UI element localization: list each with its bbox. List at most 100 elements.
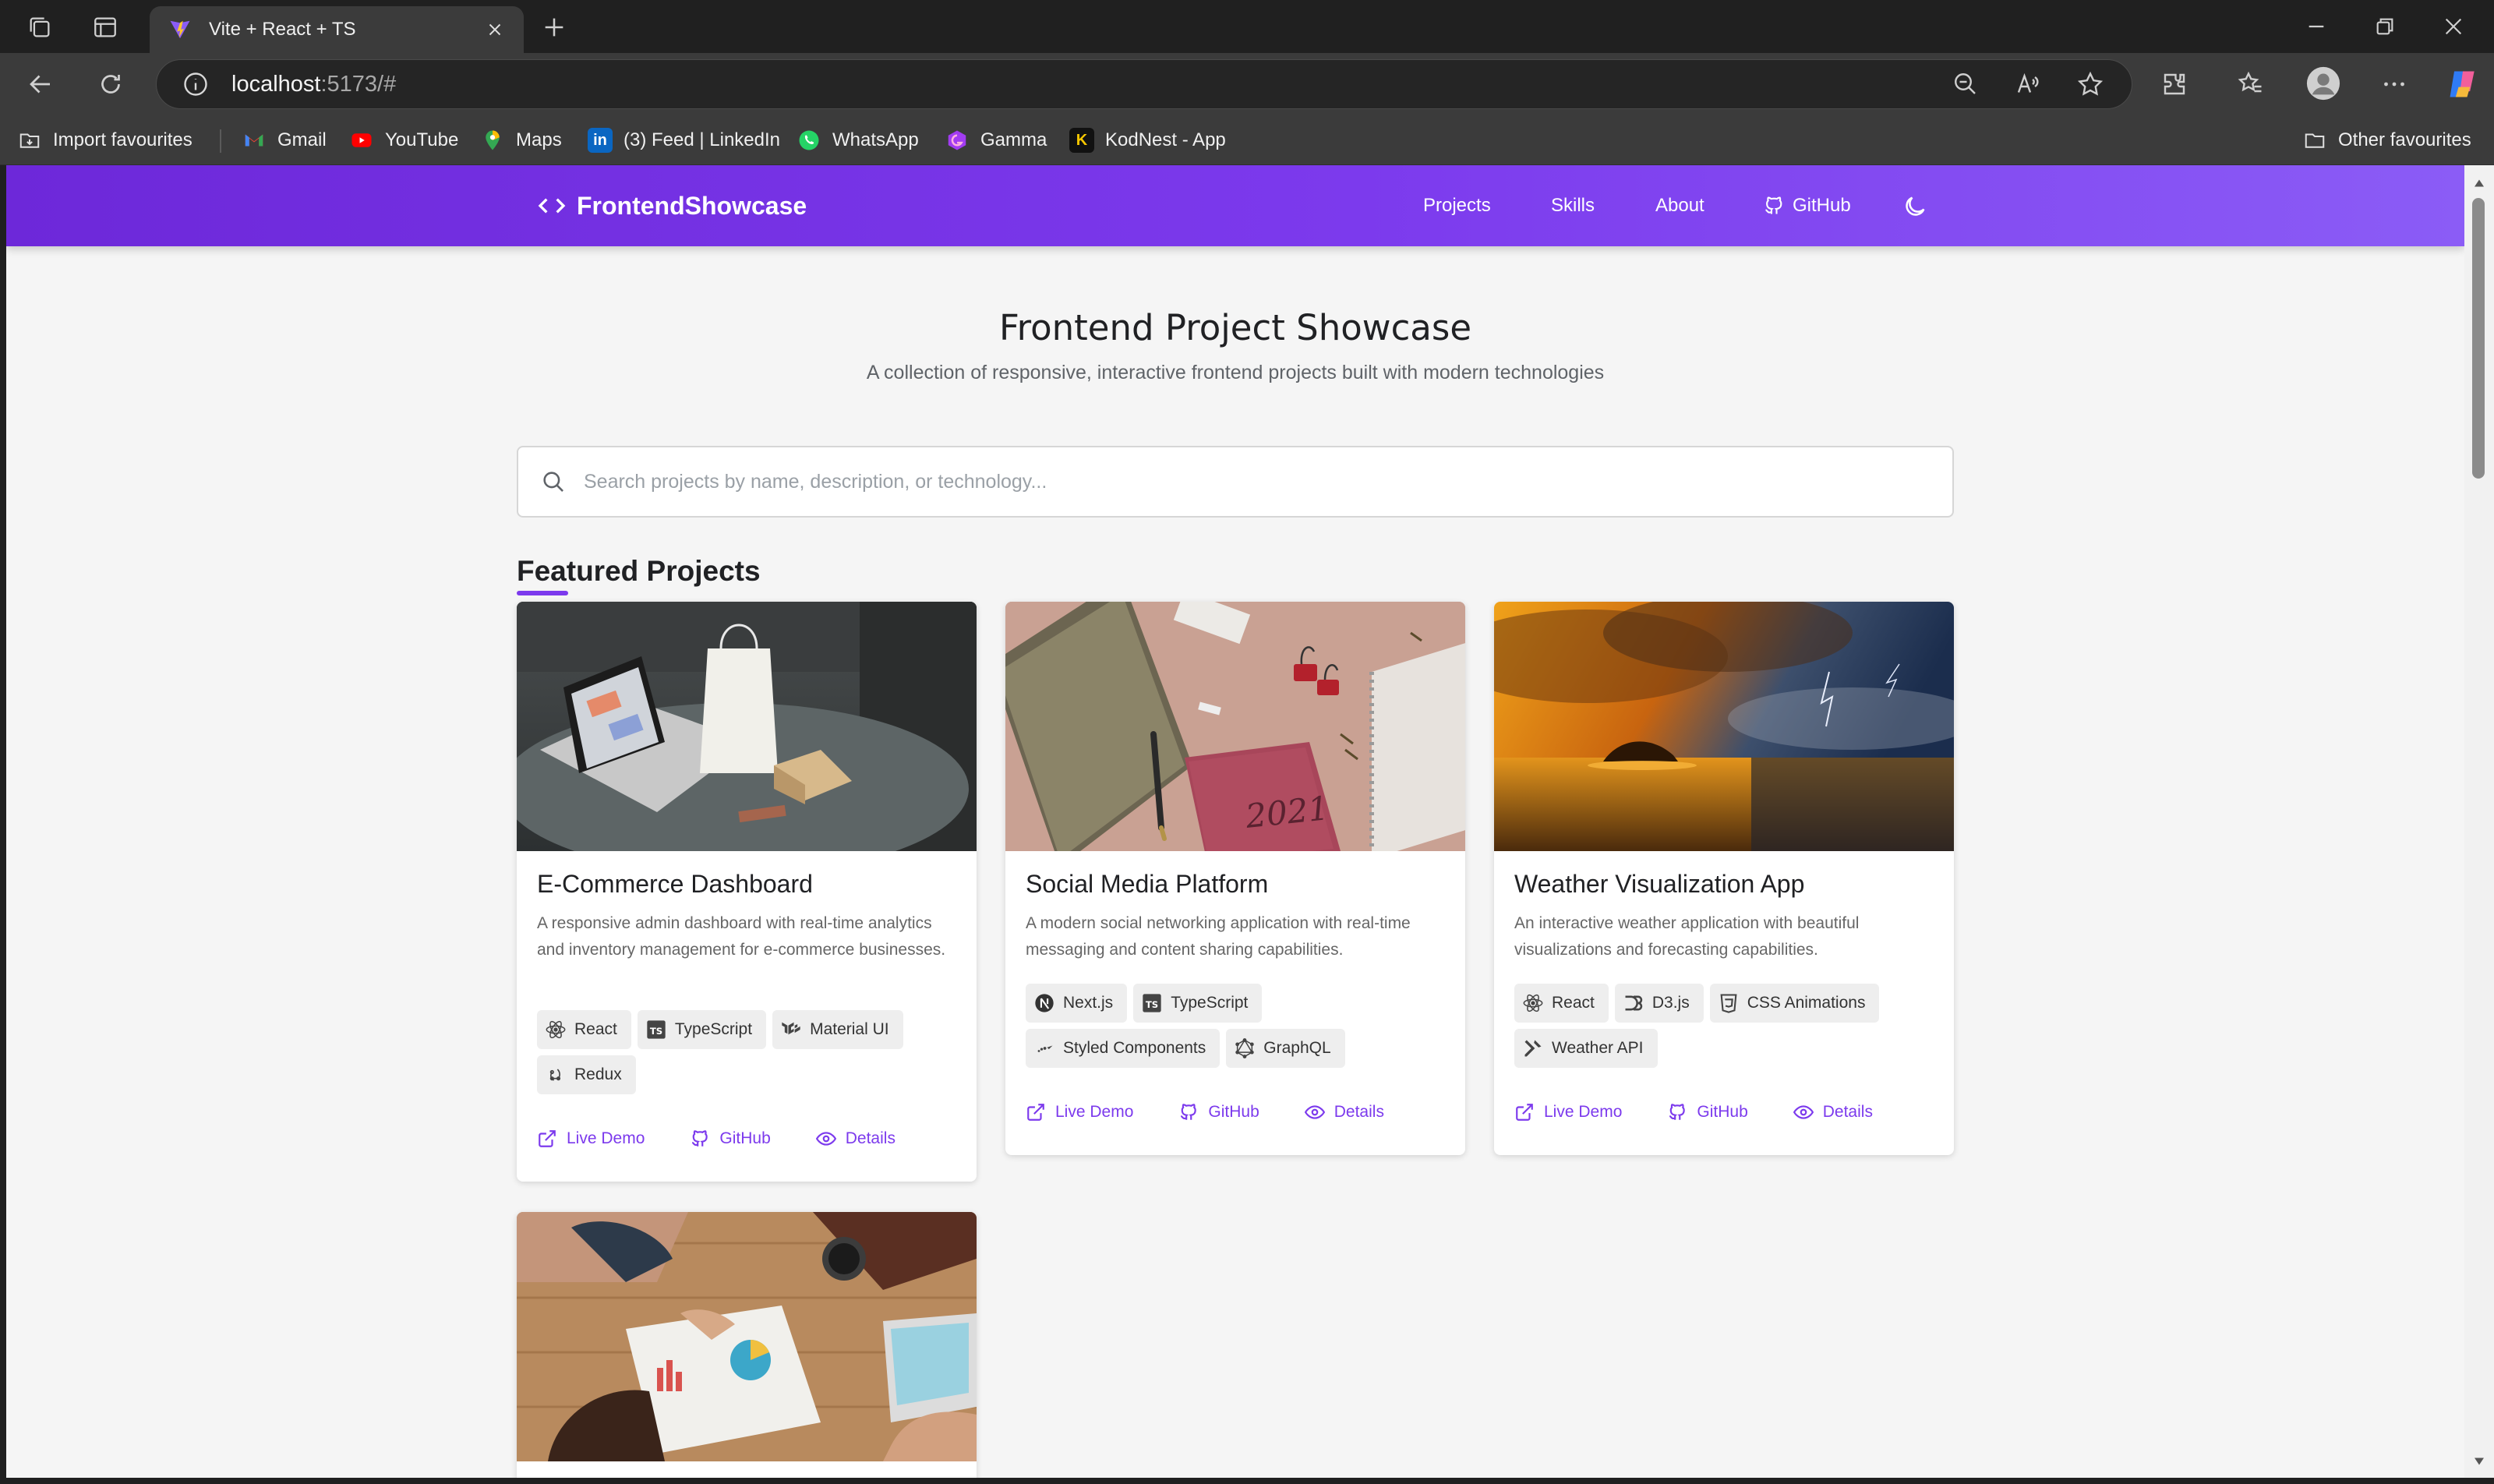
typescript-icon: TS: [1141, 992, 1163, 1014]
extensions-icon[interactable]: [2160, 70, 2188, 98]
other-favourites[interactable]: Other favourites: [2302, 126, 2471, 154]
maps-icon: [480, 128, 505, 153]
project-image[interactable]: [1494, 602, 1954, 851]
project-title: Weather Visualization App: [1514, 870, 1805, 898]
redux-icon: [545, 1064, 567, 1086]
typescript-icon: TS: [645, 1019, 667, 1041]
styled-components-icon: [1033, 1037, 1055, 1059]
tag-chip: Next.js: [1026, 984, 1128, 1023]
tag-chip: TS TypeScript: [1133, 984, 1263, 1023]
scrollbar-thumb[interactable]: [2472, 198, 2485, 479]
more-icon[interactable]: [2380, 70, 2408, 98]
search-box[interactable]: [517, 446, 1954, 518]
favourite-youtube[interactable]: YouTube: [349, 126, 458, 154]
project-description: A modern social networking application w…: [1026, 914, 1411, 959]
close-window-icon[interactable]: [2441, 14, 2466, 39]
external-link-icon: [1026, 1102, 1046, 1122]
nav-github[interactable]: GitHub: [1763, 192, 1851, 220]
browser-tab-active[interactable]: Vite + React + TS: [150, 6, 524, 53]
nav-about[interactable]: About: [1655, 192, 1704, 220]
browser-toolbar: localhost:5173/#: [0, 53, 2494, 115]
zoom-icon[interactable]: [1952, 70, 1980, 98]
github-link[interactable]: GitHub: [1178, 1102, 1259, 1122]
project-card: 2021 Social Media Platform A modern soci…: [1005, 602, 1465, 1155]
svg-text:TS: TS: [1146, 999, 1158, 1010]
favourite-import[interactable]: Import favourites: [17, 126, 193, 154]
project-image[interactable]: 2021: [1005, 602, 1465, 851]
tag-list: React D3.js CSS Animations Weather API: [1514, 984, 1935, 1068]
github-link[interactable]: GitHub: [690, 1129, 771, 1149]
github-icon: [1178, 1102, 1199, 1122]
tag-chip: React: [1514, 984, 1609, 1023]
graphql-icon: [1234, 1037, 1256, 1059]
minimize-icon[interactable]: [2304, 14, 2329, 39]
favourite-gamma[interactable]: Gamma: [945, 126, 1047, 154]
favourites-separator: [220, 129, 221, 153]
live-demo-link[interactable]: Live Demo: [1026, 1102, 1133, 1122]
material-ui-icon: [780, 1019, 802, 1041]
workspaces-icon[interactable]: [26, 14, 53, 41]
github-icon: [1667, 1102, 1687, 1122]
address-bar[interactable]: localhost:5173/#: [156, 59, 2132, 109]
details-link[interactable]: Details: [1304, 1102, 1384, 1122]
external-link-icon: [1514, 1102, 1535, 1122]
live-demo-link[interactable]: Live Demo: [1514, 1102, 1622, 1122]
tab-actions-icon[interactable]: [92, 14, 118, 41]
restore-icon[interactable]: [2372, 14, 2397, 39]
project-description: A responsive admin dashboard with real-t…: [537, 914, 946, 959]
nav-skills[interactable]: Skills: [1551, 192, 1595, 220]
tag-list: React TS TypeScript Material UI Redux: [537, 1010, 958, 1094]
site-info-icon[interactable]: [182, 70, 210, 98]
close-tab-icon[interactable]: [485, 19, 505, 40]
tag-chip: Material UI: [772, 1010, 903, 1049]
new-tab-icon[interactable]: [541, 14, 567, 41]
eye-icon: [1793, 1102, 1814, 1122]
linkedin-icon: in: [588, 128, 613, 153]
gamma-icon: [945, 128, 970, 153]
read-aloud-icon[interactable]: [2014, 70, 2042, 98]
scroll-up-icon[interactable]: [2472, 176, 2486, 190]
back-icon[interactable]: [26, 70, 55, 98]
page-scrollbar[interactable]: [2464, 165, 2494, 1478]
details-link[interactable]: Details: [1793, 1102, 1873, 1122]
favourites-bar: Import favourites Gmail YouTube Maps in …: [0, 115, 2494, 165]
nav-projects[interactable]: Projects: [1423, 192, 1491, 220]
details-link[interactable]: Details: [815, 1129, 896, 1149]
github-link[interactable]: GitHub: [1667, 1102, 1748, 1122]
section-underline: [517, 591, 568, 595]
code-icon: [536, 190, 567, 221]
external-link-icon: [537, 1129, 557, 1149]
svg-text:TS: TS: [650, 1026, 662, 1037]
project-image[interactable]: [517, 602, 977, 851]
brand-name: FrontendShowcase: [577, 191, 807, 220]
card-actions: Live Demo GitHub Details: [537, 1129, 941, 1149]
scroll-down-icon[interactable]: [2472, 1454, 2486, 1468]
brand-link[interactable]: FrontendShowcase: [536, 189, 807, 223]
dark-mode-toggle-icon[interactable]: [1902, 193, 1928, 220]
project-title: Social Media Platform: [1026, 870, 1269, 898]
react-icon: [545, 1019, 567, 1041]
favourite-star-icon[interactable]: [2076, 70, 2104, 98]
css-icon: [1718, 992, 1740, 1014]
nextjs-icon: [1033, 992, 1055, 1014]
favourite-gmail[interactable]: Gmail: [242, 126, 327, 154]
favourite-kodnest[interactable]: K KodNest - App: [1069, 126, 1226, 154]
app-header: FrontendShowcase Projects Skills About G…: [6, 165, 2464, 246]
favourite-linkedin[interactable]: in (3) Feed | LinkedIn: [588, 126, 780, 154]
project-image[interactable]: [517, 1212, 977, 1461]
favourites-icon[interactable]: [2237, 70, 2265, 98]
search-input[interactable]: [584, 470, 1931, 493]
favourite-whatsapp[interactable]: WhatsApp: [797, 126, 919, 154]
card-actions: Live Demo GitHub Details: [1026, 1102, 1429, 1122]
whatsapp-icon: [797, 128, 821, 153]
reload-icon[interactable]: [97, 70, 125, 98]
live-demo-link[interactable]: Live Demo: [537, 1129, 645, 1149]
tag-chip: GraphQL: [1226, 1029, 1345, 1068]
kodnest-icon: K: [1069, 128, 1094, 153]
tag-chip: TS TypeScript: [637, 1010, 767, 1049]
tag-chip: D3.js: [1614, 984, 1704, 1023]
favourite-maps[interactable]: Maps: [480, 126, 562, 154]
tag-chip: CSS Animations: [1709, 984, 1880, 1023]
copilot-icon[interactable]: [2446, 67, 2480, 101]
profile-avatar[interactable]: [2305, 65, 2341, 101]
